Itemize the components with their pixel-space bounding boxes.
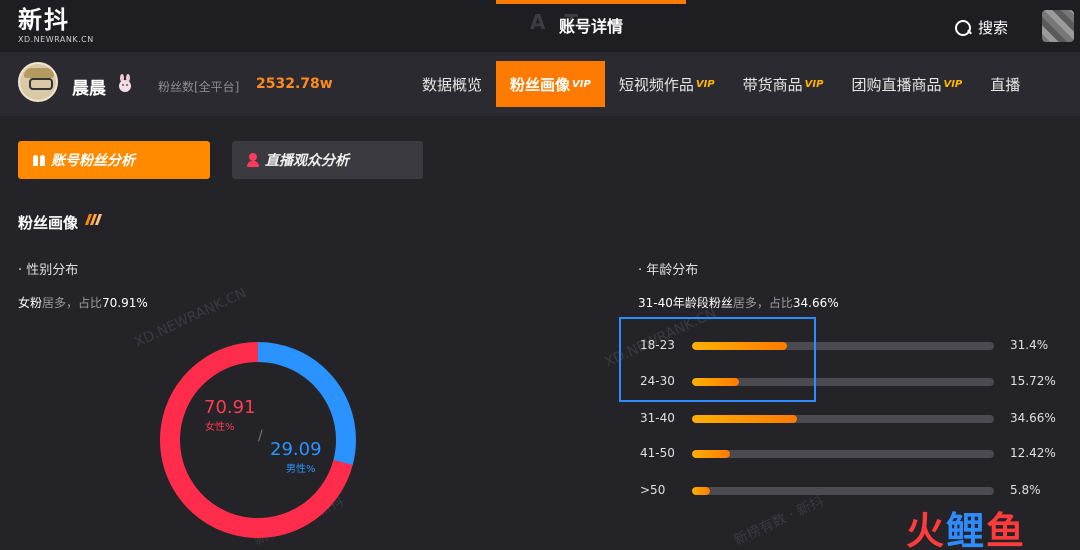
age-bar-row: 41-50 12.42% xyxy=(640,444,1070,464)
fans-count-value: 2532.78w xyxy=(256,76,333,92)
people-icon xyxy=(32,153,46,167)
age-bar-track xyxy=(692,487,994,495)
tab-account-fans-analysis[interactable]: 账号粉丝分析 xyxy=(18,141,210,179)
age-data-label: 5.8% xyxy=(1010,483,1041,497)
search-button[interactable]: 搜索 xyxy=(954,17,1008,38)
age-bar-track xyxy=(692,450,994,458)
tab-fans-profile[interactable]: 粉丝画像 VIP xyxy=(496,61,605,107)
vip-badge: VIP xyxy=(943,78,963,90)
highlight-box xyxy=(619,317,816,402)
search-icon xyxy=(954,19,972,37)
tab-data-overview[interactable]: 数据概览 xyxy=(408,61,496,107)
age-bar xyxy=(692,415,797,423)
male-percent-value: 29.09 xyxy=(270,439,322,460)
viewer-icon xyxy=(246,153,260,167)
donut-separator: / xyxy=(258,428,263,444)
section-title: 粉丝画像 xyxy=(18,214,79,232)
tab-live-audience-analysis[interactable]: 直播观众分析 xyxy=(232,141,423,179)
top-bar: 新抖 XD.NEWRANK.CN A T 账号详情 搜索 xyxy=(0,0,1080,52)
logo[interactable]: 新抖 XD.NEWRANK.CN xyxy=(18,6,94,44)
age-bar xyxy=(692,487,710,495)
female-percent-label: 女性% xyxy=(205,422,235,433)
age-bar xyxy=(692,450,730,458)
vip-badge: VIP xyxy=(804,78,824,90)
age-summary: 31-40年龄段粉丝居多，占比34.66% xyxy=(638,296,839,310)
gender-summary: 女粉居多，占比70.91% xyxy=(18,296,148,310)
page-title: 账号详情 xyxy=(558,17,623,36)
age-data-label: 15.72% xyxy=(1010,374,1056,388)
title-accent-bar xyxy=(496,0,686,4)
age-bar-track xyxy=(692,415,994,423)
logo-subtext: XD.NEWRANK.CN xyxy=(18,35,94,44)
brand-watermark: 火鲤鱼 xyxy=(906,509,1027,550)
age-heading: · 年龄分布 xyxy=(638,263,699,278)
fans-count-label: 粉丝数[全平台] xyxy=(158,80,240,94)
account-avatar xyxy=(18,62,58,102)
age-data-label: 12.42% xyxy=(1010,446,1056,460)
logo-text: 新抖 xyxy=(18,6,70,34)
vip-badge: VIP xyxy=(695,78,715,90)
user-avatar[interactable] xyxy=(1042,10,1074,42)
bunny-icon xyxy=(119,74,131,92)
tab-products[interactable]: 带货商品 VIP xyxy=(729,61,838,107)
tab-short-videos[interactable]: 短视频作品 VIP xyxy=(605,61,729,107)
male-percent-label: 男性% xyxy=(286,464,316,475)
female-percent-value: 70.91 xyxy=(204,397,256,418)
vip-badge: VIP xyxy=(572,78,591,90)
detail-nav: 数据概览 粉丝画像 VIP 短视频作品 VIP 带货商品 VIP 团购直播商品 VIP … xyxy=(408,61,1034,107)
age-data-label: 34.66% xyxy=(1010,411,1056,425)
age-tick-label: 41-50 xyxy=(640,446,675,460)
age-data-label: 31.4% xyxy=(1010,338,1049,352)
gender-heading: · 性别分布 xyxy=(18,263,79,278)
account-name: 晨晨 xyxy=(72,79,106,99)
title-decoration-icon xyxy=(84,214,103,225)
account-header: 晨晨 粉丝数[全平台] 2532.78w 数据概览 粉丝画像 VIP 短视频作品 V… xyxy=(0,52,1080,116)
search-label: 搜索 xyxy=(978,19,1009,37)
age-bar-row: >50 5.8% xyxy=(640,481,1070,501)
age-tick-label: >50 xyxy=(640,483,666,497)
age-tick-label: 31-40 xyxy=(640,411,675,425)
age-bar-row: 31-40 34.66% xyxy=(640,409,1070,429)
tab-group-live-products[interactable]: 团购直播商品 VIP xyxy=(837,61,976,107)
tab-live[interactable]: 直播 xyxy=(976,61,1034,107)
